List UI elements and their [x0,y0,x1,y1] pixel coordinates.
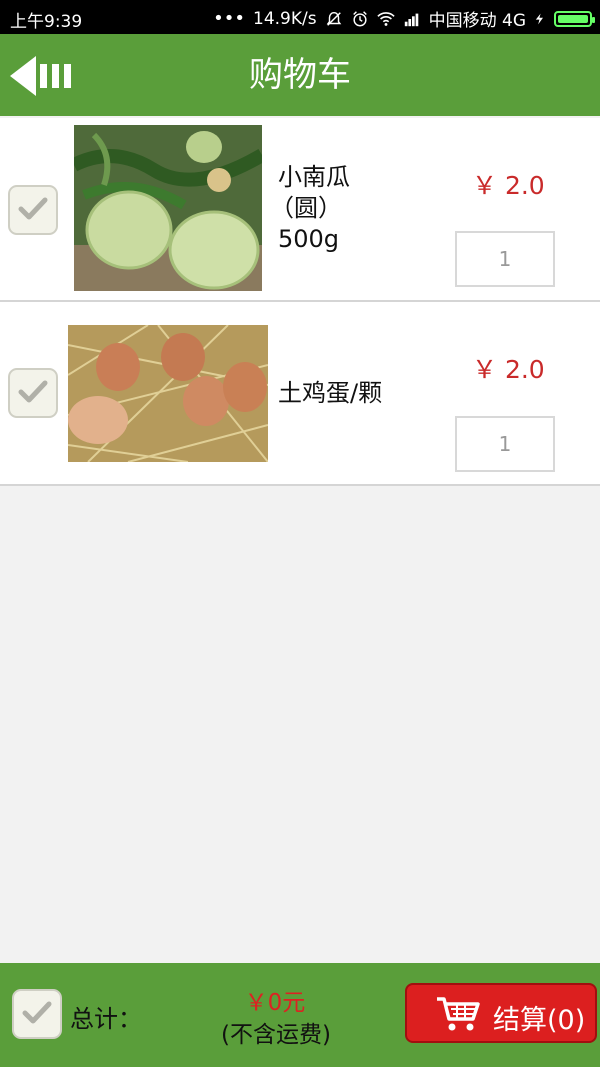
product-name-line: 小南瓜 [278,163,350,191]
status-time: 上午9:39 [10,12,83,32]
page-title: 购物车 [249,55,351,95]
shopping-cart-icon [437,997,480,1031]
check-icon [18,380,48,403]
wifi-icon [376,11,395,26]
select-all-checkbox[interactable] [12,989,62,1039]
cart-item: 土鸡蛋/颗 ￥ 2.0 1 [0,302,600,486]
total-label: 总计： [70,1005,142,1033]
status-bar: 上午9:39 ••• 14.9K/s 中国移动 4G [0,0,600,34]
product-price: ￥ 2.0 [472,355,545,384]
checkout-button[interactable]: 结算(0) [405,983,597,1043]
charging-icon [535,13,543,24]
product-name-line: 500g [278,225,340,253]
product-name-line: （圆） [270,194,342,222]
total-amount: ￥0元 [244,990,306,1016]
product-image-pumpkin[interactable] [74,125,262,291]
battery-icon [554,10,595,27]
carrier-label: 中国移动 4G [428,11,526,31]
cart-item: 小南瓜 （圆） 500g ￥ 2.0 1 [0,118,600,302]
title-bar: 购物车 [0,34,600,116]
status-icons: ••• 14.9K/s 中国移动 4G [213,6,595,31]
quantity-input[interactable]: 1 [455,416,555,472]
checkout-label: 结算(0) [493,1005,586,1036]
shipping-note: (不含运费) [221,1022,331,1048]
quantity-input[interactable]: 1 [455,231,555,287]
item-checkbox[interactable] [8,185,58,235]
product-price: ￥ 2.0 [472,171,545,200]
product-name: 土鸡蛋/颗 [278,378,382,409]
check-icon [22,1001,52,1024]
product-name-line: 土鸡蛋/颗 [278,379,383,407]
check-icon [18,197,48,220]
alarm-icon [352,10,367,26]
mute-bell-icon [326,11,341,26]
product-image-eggs[interactable] [68,325,268,462]
cart-footer: 总计： ￥0元 (不含运费) 结算(0) [0,963,600,1067]
item-checkbox[interactable] [8,368,58,418]
product-name: 小南瓜 （圆） 500g [270,162,350,255]
more-dots-icon: ••• [213,8,245,29]
network-speed: 14.9K/s [253,8,317,29]
signal-icon [404,13,418,26]
